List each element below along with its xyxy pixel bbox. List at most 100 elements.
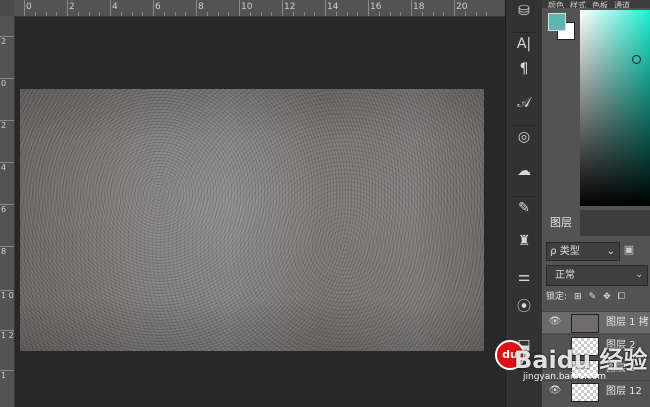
ruler-subtick: [432, 12, 434, 16]
color-picker-cursor[interactable]: [632, 55, 641, 64]
clone-source-icon[interactable]: ♜: [512, 230, 536, 252]
ruler-tick: [325, 0, 326, 16]
layer-row[interactable]: 👁 图层 12: [542, 380, 650, 402]
character-icon[interactable]: A|: [512, 32, 536, 55]
ruler-subtick: [249, 12, 251, 16]
properties-icon[interactable]: ⚌: [512, 266, 536, 288]
ruler-subtick: [163, 12, 165, 16]
ruler-subtick: [346, 12, 348, 16]
ruler-subtick: [99, 12, 101, 16]
ruler-label: 2: [1, 37, 7, 46]
tab-styles[interactable]: 样式: [570, 1, 586, 8]
watermark-text: Baidu 经验: [514, 346, 648, 374]
ruler-label: 10: [241, 2, 253, 12]
visibility-eye-icon[interactable]: 👁: [548, 316, 562, 328]
ruler-label: 8: [198, 2, 204, 12]
ruler-tick: [67, 0, 68, 16]
tab-channels[interactable]: 通道: [614, 1, 630, 8]
ruler-tick: [153, 0, 154, 16]
ruler-subtick: [443, 12, 445, 16]
ruler-subtick: [421, 12, 423, 16]
layer-row[interactable]: 👁 图层 1 拷: [542, 311, 650, 333]
layer-filter-label: ρ 类型: [550, 246, 580, 257]
ruler-label: 0: [1, 79, 7, 88]
creative-cloud-icon[interactable]: ☁: [512, 160, 536, 182]
ruler-label: 4: [112, 2, 118, 12]
ruler-origin[interactable]: [0, 0, 14, 16]
layer-name: 图层 1 拷: [606, 317, 649, 328]
ruler-subtick: [389, 12, 391, 16]
layer-thumbnail: [571, 314, 599, 333]
ruler-label: 18: [413, 2, 425, 12]
blend-mode-select[interactable]: 正常 ⌄: [546, 265, 648, 286]
layer-filter-select[interactable]: ρ 类型 ⌄: [546, 242, 620, 261]
ruler-tick: [282, 0, 283, 16]
ruler-label: 1: [1, 371, 7, 380]
watermark-url: jingyan.baidu.com: [523, 372, 607, 382]
tab-layers[interactable]: 图层: [542, 210, 580, 236]
ruler-tick: [454, 0, 455, 16]
chevron-down-icon: ⌄: [635, 270, 643, 280]
adjust-icon[interactable]: ◎: [512, 125, 536, 148]
ruler-subtick: [400, 12, 402, 16]
image-filter-icon[interactable]: ▣: [622, 243, 636, 257]
paragraph-icon[interactable]: ¶: [512, 58, 536, 80]
ruler-subtick: [185, 12, 187, 16]
lock-position-icon[interactable]: ✥: [603, 292, 611, 302]
ruler-label: 6: [1, 205, 7, 214]
horizontal-ruler: 0 2 4 6 8 10 12 14 16 18 20: [0, 0, 505, 17]
ruler-tick: [368, 0, 369, 16]
ruler-tick: [411, 0, 412, 16]
ruler-subtick: [486, 12, 488, 16]
ruler-tick: [196, 0, 197, 16]
ruler-label: 8: [1, 247, 7, 256]
texture-overlay: [20, 89, 484, 351]
brush-icon[interactable]: ✎: [512, 196, 536, 219]
ruler-label: 16: [370, 2, 382, 12]
ruler-label: 1 2: [1, 331, 14, 340]
ruler-subtick: [314, 12, 316, 16]
chevron-down-icon: ⌄: [606, 246, 615, 257]
color-picker-field[interactable]: [580, 10, 650, 206]
history-brush-icon[interactable]: ⛁: [512, 0, 536, 22]
ruler-subtick: [464, 12, 466, 16]
ruler-subtick: [357, 12, 359, 16]
color-panel-tabs[interactable]: 颜色 样式 色板 通道: [542, 0, 650, 8]
ruler-label: 2: [69, 2, 75, 12]
foreground-color-swatch[interactable]: [548, 13, 566, 31]
tab-swatches[interactable]: 色板: [592, 1, 608, 8]
ruler-subtick: [475, 12, 477, 16]
layer-name: 图层 12: [606, 386, 642, 397]
ruler-subtick: [142, 12, 144, 16]
vertical-ruler: 2 0 2 4 6 8 1 0 1 2 1: [0, 16, 15, 407]
ruler-label: 0: [26, 2, 32, 12]
ruler-subtick: [217, 12, 219, 16]
glyphs-icon[interactable]: 𝒜: [512, 92, 536, 114]
ruler-tick: [24, 0, 25, 16]
lock-row: 锁定: ⊞ ✎ ✥ ⧠: [546, 289, 650, 305]
ruler-subtick: [56, 12, 58, 16]
visibility-eye-icon[interactable]: 👁: [548, 385, 562, 397]
ruler-label: 14: [327, 2, 339, 12]
ruler-subtick: [335, 12, 337, 16]
ruler-subtick: [206, 12, 208, 16]
ruler-subtick: [260, 12, 262, 16]
ruler-subtick: [271, 12, 273, 16]
lock-transparent-icon[interactable]: ⊞: [574, 292, 582, 302]
ruler-subtick: [77, 12, 79, 16]
layer-thumbnail: [571, 383, 599, 402]
ruler-tick: [110, 0, 111, 16]
lock-paint-icon[interactable]: ✎: [589, 292, 597, 302]
ruler-subtick: [120, 12, 122, 16]
document-canvas[interactable]: [20, 89, 484, 351]
ruler-subtick: [45, 12, 47, 16]
ruler-subtick: [303, 12, 305, 16]
tab-color[interactable]: 颜色: [548, 1, 564, 8]
ruler-label: 12: [284, 2, 296, 12]
ruler-subtick: [34, 12, 36, 16]
actions-icon[interactable]: ⦿: [512, 296, 536, 318]
ruler-subtick: [292, 12, 294, 16]
lock-artboard-icon[interactable]: ⧠: [618, 292, 625, 302]
ruler-subtick: [228, 12, 230, 16]
ruler-subtick: [174, 12, 176, 16]
